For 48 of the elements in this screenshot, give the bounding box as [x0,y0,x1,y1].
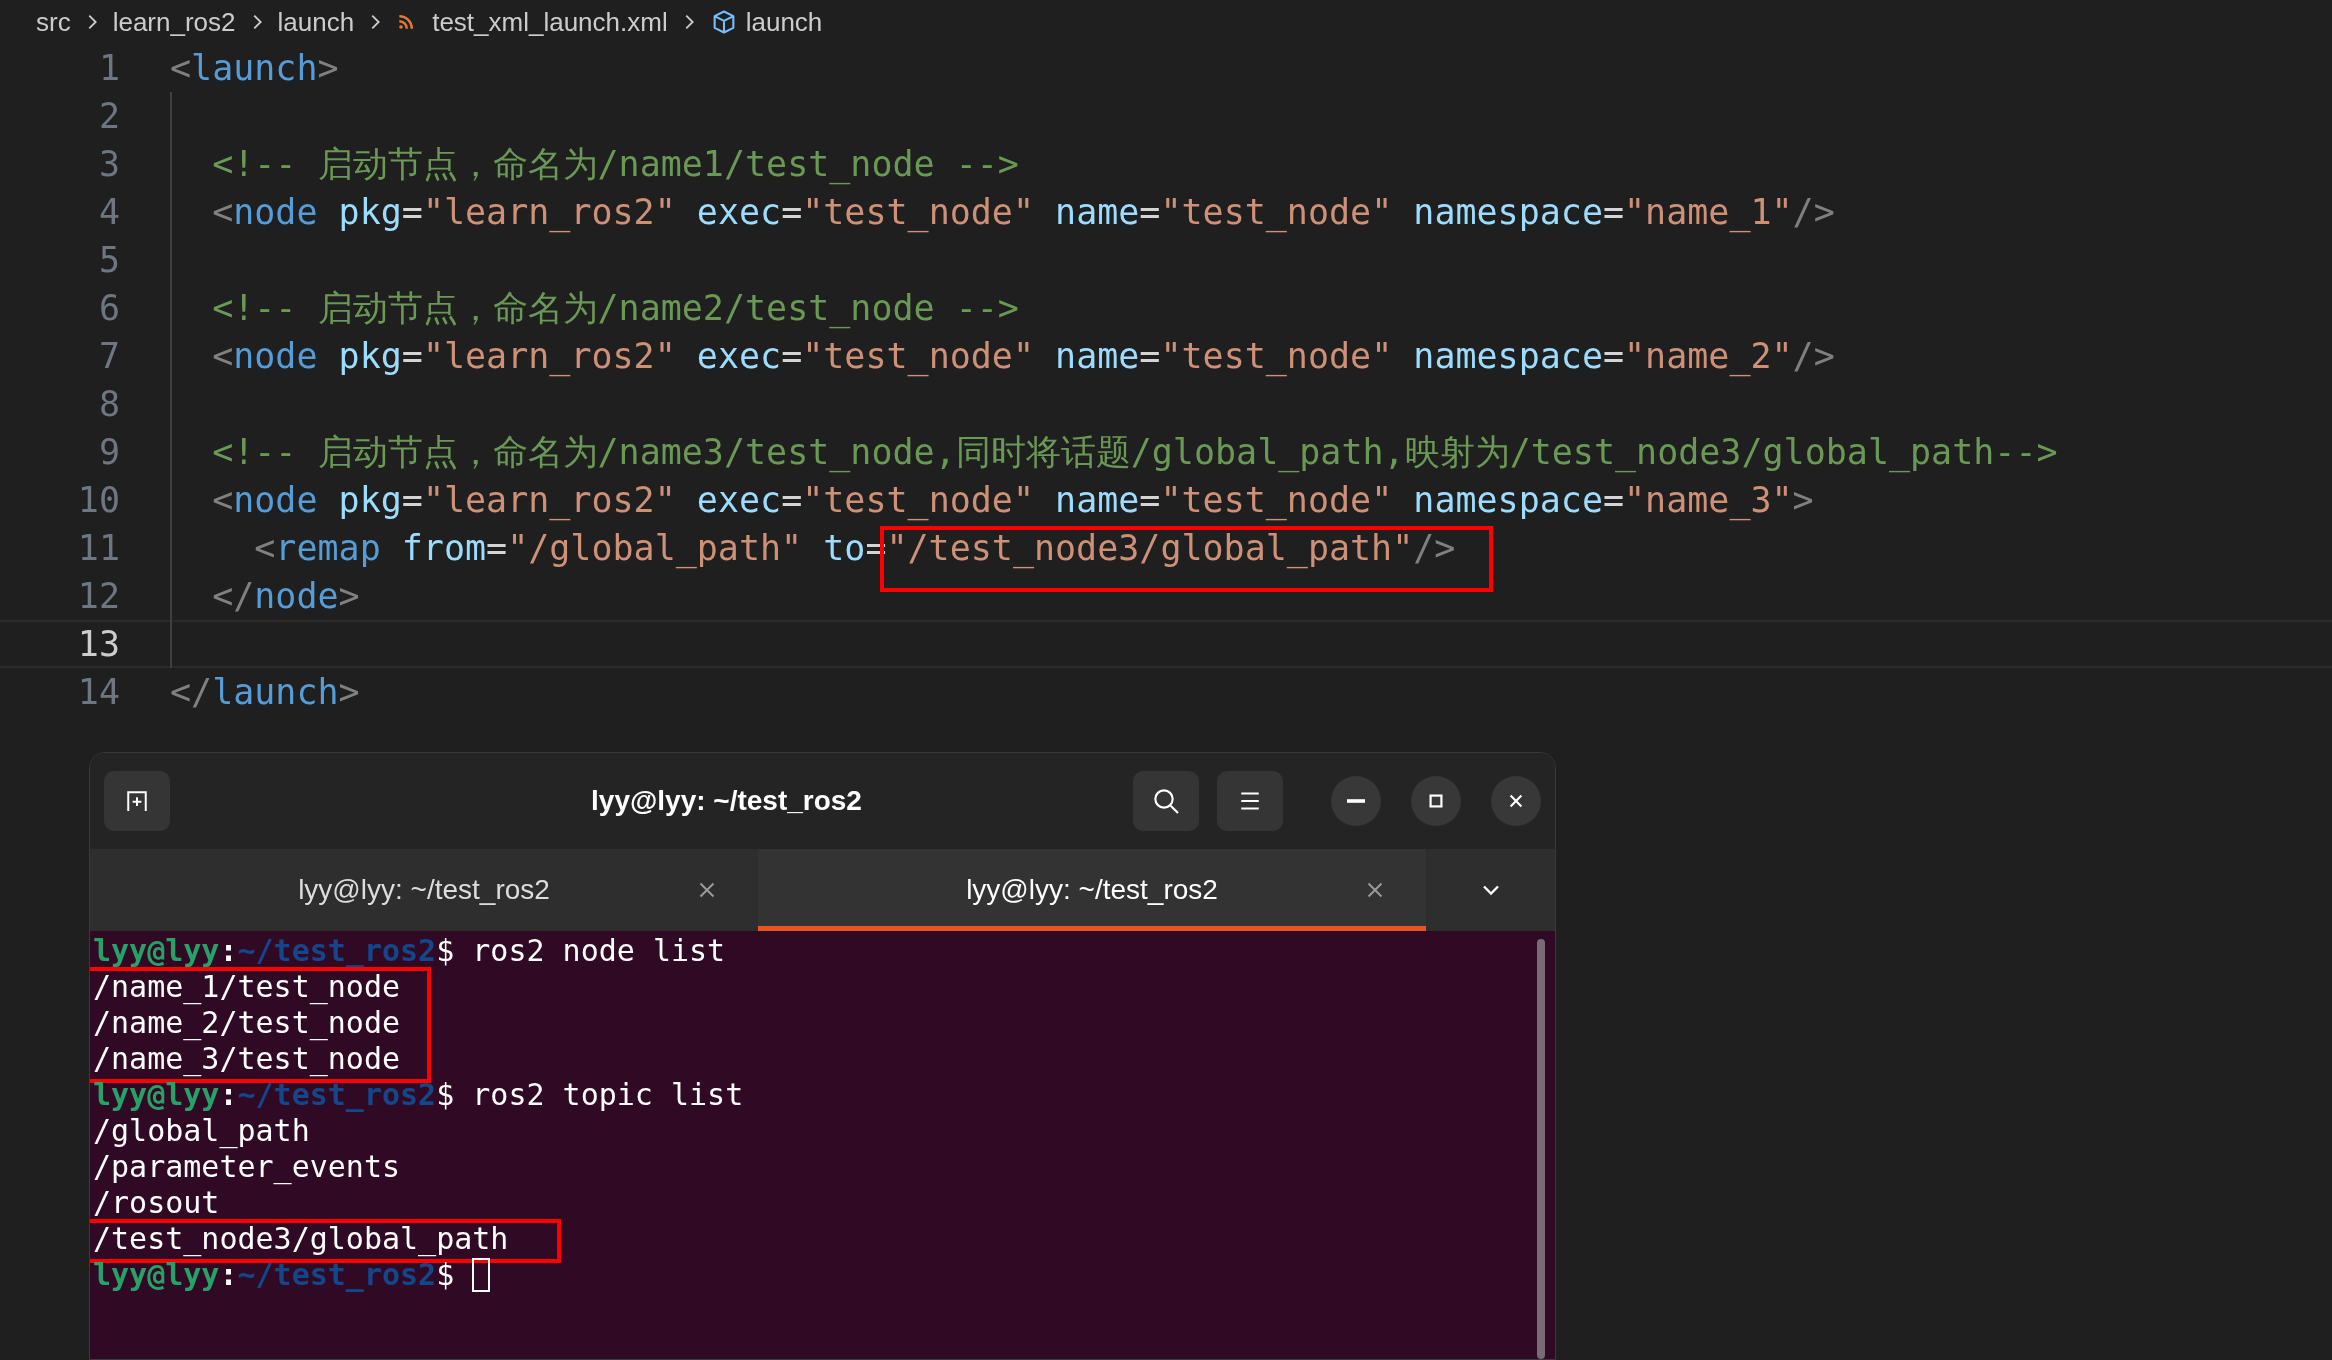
terminal-tab[interactable]: lyy@lyy: ~/test_ros2 [90,849,758,931]
code-line: <!-- 启动节点，命名为/name2/test_node --> [211,286,1019,331]
line-number: 7 [97,334,120,378]
line-number: 9 [97,430,120,474]
line-number: 12 [76,574,120,618]
code-line: <node pkg="learn_ros2" exec="test_node" name="test_node" namespace="name_1"/> [211,190,1835,235]
terminal-line: /parameter_events [93,1149,402,1185]
line-number: 10 [76,478,120,522]
terminal-line: lyy@lyy:~/test_ros2$ [93,1257,1555,1293]
new-tab-button[interactable] [104,771,170,831]
line-number: 8 [97,382,120,426]
code-line: <!-- 启动节点，命名为/name3/test_node,同时将话题/global_path,映射为/test_node3/global_path--> [211,430,2058,475]
code-line: </node> [211,574,360,618]
breadcrumb-item[interactable]: launch [745,2,823,42]
line-number: 4 [97,190,120,234]
code-line: <!-- 启动节点，命名为/name1/test_node --> [211,142,1019,187]
code-line: </launch> [170,670,360,714]
close-button[interactable] [1491,776,1541,826]
search-button[interactable] [1133,771,1199,831]
line-number: 6 [97,286,120,330]
terminal-line: /name_2/test_node [93,1005,402,1041]
terminal-line: /rosout [93,1185,221,1221]
code-line: <launch> [170,46,339,90]
terminal-line: lyy@lyy:~/test_ros2$ ros2 node list [93,933,727,969]
breadcrumb-item[interactable]: test_xml_launch.xml [432,2,668,42]
minimize-icon [1347,799,1365,803]
minimize-button[interactable] [1331,776,1381,826]
breadcrumb-item[interactable]: learn_ros2 [112,2,236,42]
terminal-line: /name_3/test_node [93,1041,402,1077]
line-number: 3 [97,142,120,186]
code-line: <node pkg="learn_ros2" exec="test_node" name="test_node" namespace="name_3"> [211,478,1814,523]
maximize-button[interactable] [1411,776,1461,826]
line-number: 1 [97,46,120,90]
terminal-line: /name_1/test_node [93,969,402,1005]
terminal-line: lyy@lyy:~/test_ros2$ ros2 topic list [93,1077,745,1113]
line-number: 14 [76,670,120,714]
line-number: 13 [76,622,120,666]
window-title: lyy@lyy: ~/test_ros2 [590,784,863,818]
breadcrumb-item[interactable]: src [36,2,71,42]
line-number: 11 [76,526,120,570]
terminal-tab[interactable]: lyy@lyy: ~/test_ros2 [758,849,1426,931]
line-number: 2 [97,94,120,138]
terminal-line: /global_path [93,1113,311,1149]
menu-button[interactable] [1217,771,1283,831]
line-number: 5 [97,238,120,282]
breadcrumb-item[interactable]: launch [277,2,355,42]
terminal-line: /test_node3/global_path [93,1221,510,1257]
code-line: <node pkg="learn_ros2" exec="test_node" name="test_node" namespace="name_2"/> [211,334,1835,379]
